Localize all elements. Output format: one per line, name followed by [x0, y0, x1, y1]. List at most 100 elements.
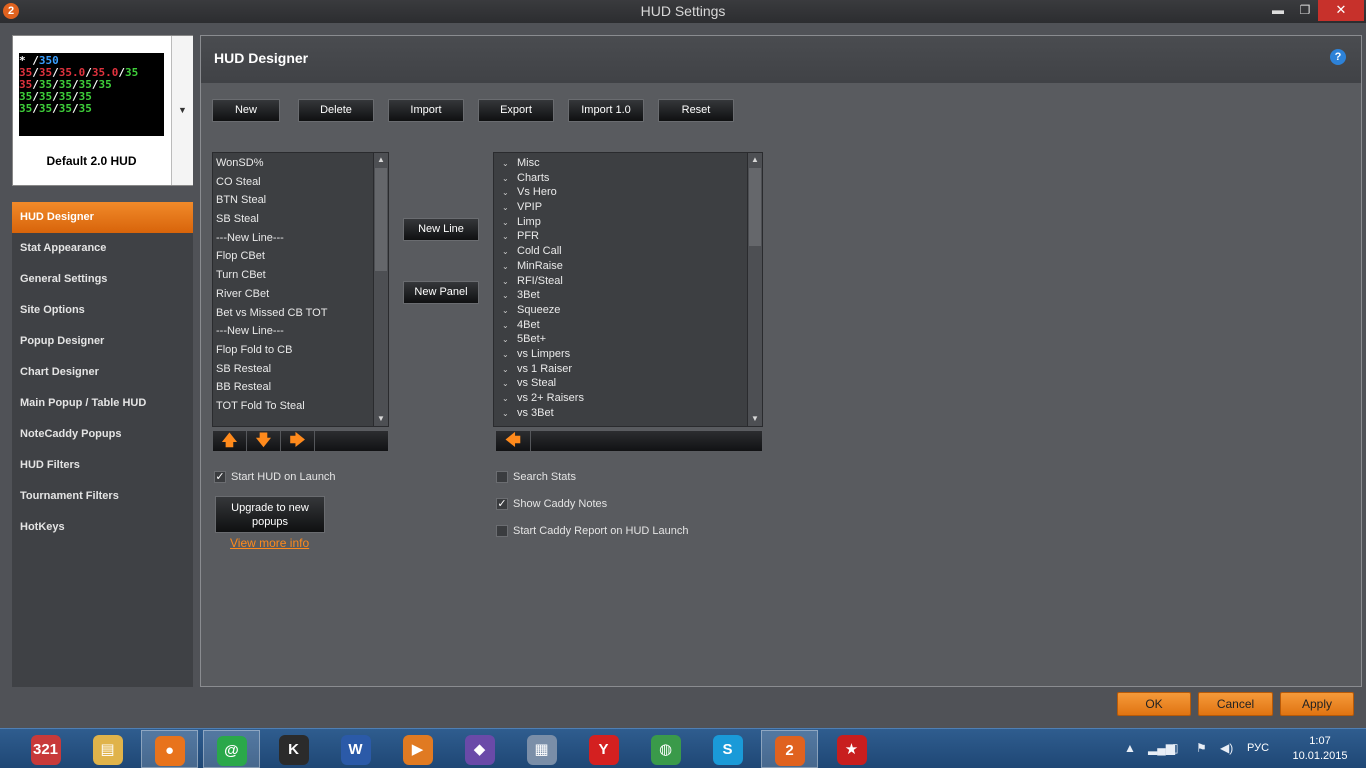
tree-item[interactable]: ⌄ vs Steal [494, 376, 747, 391]
checkbox-checked-icon[interactable]: ✓ [496, 498, 508, 510]
scroll-thumb[interactable] [749, 168, 761, 246]
taskbar-visual-studio[interactable]: ◆ [451, 730, 508, 768]
upgrade-popups-button[interactable]: Upgrade to new popups [215, 496, 325, 533]
tree-item[interactable]: ⌄ vs 2+ Raisers [494, 391, 747, 406]
tree-item[interactable]: ⌄ Squeeze [494, 303, 747, 318]
tree-item[interactable]: ⌄ VPIP [494, 200, 747, 215]
tree-item[interactable]: ⌄ vs Limpers [494, 347, 747, 362]
stat-categories-scrollbar[interactable]: ▲ ▼ [747, 153, 762, 426]
list-item[interactable]: BB Resteal [213, 378, 373, 397]
list-item[interactable]: River CBet [213, 285, 373, 304]
close-button[interactable]: ✕ [1318, 0, 1364, 21]
scroll-down-icon[interactable]: ▼ [748, 412, 762, 426]
taskbar-yandex[interactable]: Y [575, 730, 632, 768]
tree-item[interactable]: ⌄ PFR [494, 229, 747, 244]
tree-item[interactable]: ⌄ Charts [494, 171, 747, 186]
scroll-up-icon[interactable]: ▲ [374, 153, 388, 167]
checkbox-unchecked-icon[interactable] [496, 471, 508, 483]
export-button[interactable]: Export [478, 99, 554, 122]
new-panel-button[interactable]: New Panel [403, 281, 479, 304]
taskbar-pokerstars[interactable]: ★ [823, 730, 880, 768]
arrow-down-icon[interactable]: 🡇 [247, 431, 280, 451]
list-item[interactable]: Flop Fold to CB [213, 341, 373, 360]
list-item[interactable]: Turn CBet [213, 266, 373, 285]
taskbar-mail-agent[interactable]: @ [203, 730, 260, 768]
tree-item[interactable]: ⌄ vs 3Bet [494, 406, 747, 421]
scroll-down-icon[interactable]: ▼ [374, 412, 388, 426]
scroll-thumb[interactable] [375, 168, 387, 271]
sidebar-item-notecaddy-popups[interactable]: NoteCaddy Popups [12, 419, 193, 450]
tree-item[interactable]: ⌄ Cold Call [494, 244, 747, 259]
list-item[interactable]: SB Steal [213, 210, 373, 229]
list-item[interactable]: ---New Line--- [213, 322, 373, 341]
tree-item[interactable]: ⌄ vs 1 Raiser [494, 362, 747, 377]
new-line-button[interactable]: New Line [403, 218, 479, 241]
taskbar-file-explorer[interactable]: ▤ [79, 730, 136, 768]
apply-button[interactable]: Apply [1280, 692, 1354, 716]
sidebar-item-tournament-filters[interactable]: Tournament Filters [12, 481, 193, 512]
flag-icon[interactable]: ⚑ [1196, 741, 1207, 755]
import-button[interactable]: Import [388, 99, 464, 122]
ok-button[interactable]: OK [1117, 692, 1191, 716]
list-item[interactable]: ---New Line--- [213, 229, 373, 248]
language-indicator[interactable]: РУС [1247, 742, 1269, 754]
taskbar-word[interactable]: W [327, 730, 384, 768]
list-item[interactable]: TOT Fold To Steal [213, 397, 373, 416]
taskbar-globe-app[interactable]: ◍ [637, 730, 694, 768]
sidebar-item-stat-appearance[interactable]: Stat Appearance [12, 233, 193, 264]
tree-item[interactable]: ⌄ Vs Hero [494, 185, 747, 200]
reset-button[interactable]: Reset [658, 99, 734, 122]
taskbar-k-app[interactable]: K [265, 730, 322, 768]
taskbar-hud-app[interactable]: 2 [761, 730, 818, 768]
new-button[interactable]: New [212, 99, 280, 122]
list-item[interactable]: Bet vs Missed CB TOT [213, 304, 373, 323]
signal-icon[interactable]: ▂▄▆ [1148, 741, 1175, 755]
list-item[interactable]: Flop CBet [213, 247, 373, 266]
delete-button[interactable]: Delete [298, 99, 374, 122]
help-icon[interactable]: ? [1330, 49, 1346, 65]
import-1-0-button[interactable]: Import 1.0 [568, 99, 644, 122]
clock-date[interactable]: 10.01.2015 [1283, 750, 1357, 762]
tree-item[interactable]: ⌄ 3Bet [494, 288, 747, 303]
hud-stats-list[interactable]: WonSD% CO Steal BTN Steal SB Steal ---Ne… [212, 152, 389, 427]
sidebar-item-general-settings[interactable]: General Settings [12, 264, 193, 295]
volume-icon[interactable]: ◀) [1220, 741, 1233, 755]
search-stats-checkbox[interactable]: Search Stats [496, 470, 596, 484]
sidebar-item-popup-designer[interactable]: Popup Designer [12, 326, 193, 357]
list-item[interactable]: SB Resteal [213, 360, 373, 379]
tree-item[interactable]: ⌄ MinRaise [494, 259, 747, 274]
taskbar-skype[interactable]: S [699, 730, 756, 768]
tree-item[interactable]: ⌄ Misc [494, 156, 747, 171]
arrow-up-icon[interactable]: 🡅 [213, 431, 246, 451]
checkbox-checked-icon[interactable]: ✓ [214, 471, 226, 483]
sidebar-item-chart-designer[interactable]: Chart Designer [12, 357, 193, 388]
minimize-button[interactable]: ▬ [1264, 0, 1292, 21]
caddy-report-checkbox[interactable]: Start Caddy Report on HUD Launch [496, 524, 706, 538]
tree-item[interactable]: ⌄ 5Bet+ [494, 332, 747, 347]
chevron-down-icon[interactable]: ▼ [171, 36, 193, 185]
tray-expand-icon[interactable]: ▲ [1124, 741, 1136, 755]
network-icon[interactable]: ▯ [1172, 741, 1179, 755]
show-caddy-notes-checkbox[interactable]: ✓ Show Caddy Notes [496, 497, 626, 511]
start-hud-checkbox[interactable]: ✓ Start HUD on Launch [214, 470, 354, 484]
hud-selector[interactable]: * /350 35/35/35.0/35.0/35 35/35/35/35/35… [12, 35, 193, 186]
list-item[interactable]: BTN Steal [213, 191, 373, 210]
list-item[interactable]: CO Steal [213, 173, 373, 192]
sidebar-item-hud-designer[interactable]: HUD Designer [12, 202, 193, 233]
stat-categories-list[interactable]: ⌄ Misc ⌄ Charts ⌄ Vs Hero ⌄ VPIP ⌄ Limp ⌄ PFR … [493, 152, 763, 427]
tree-item[interactable]: ⌄ Limp [494, 215, 747, 230]
taskbar-firefox[interactable]: ● [141, 730, 198, 768]
sidebar-item-hotkeys[interactable]: HotKeys [12, 512, 193, 543]
taskbar-media-player[interactable]: ▶ [389, 730, 446, 768]
maximize-button[interactable]: ❐ [1292, 0, 1318, 21]
taskbar-calendar[interactable]: 321 [17, 730, 74, 768]
scroll-up-icon[interactable]: ▲ [748, 153, 762, 167]
taskbar-monitor-app[interactable]: ▦ [513, 730, 570, 768]
list-item[interactable]: WonSD% [213, 154, 373, 173]
hud-stats-scrollbar[interactable]: ▲ ▼ [373, 153, 388, 426]
tree-item[interactable]: ⌄ RFI/Steal [494, 274, 747, 289]
arrow-left-icon[interactable]: 🡄 [496, 431, 530, 451]
clock-time[interactable]: 1:07 [1290, 735, 1350, 747]
tree-item[interactable]: ⌄ 4Bet [494, 318, 747, 333]
cancel-button[interactable]: Cancel [1198, 692, 1273, 716]
